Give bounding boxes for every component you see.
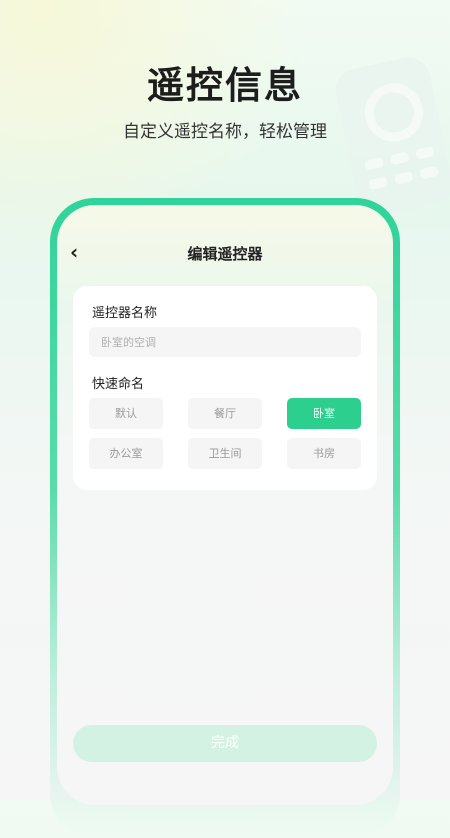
remote-key	[419, 165, 439, 180]
remote-key	[364, 156, 384, 171]
done-button[interactable]: 完成	[73, 725, 377, 762]
remote-key	[368, 176, 389, 191]
quick-name-chip-study[interactable]: 书房	[287, 438, 361, 469]
remote-key	[393, 171, 414, 185]
quick-name-chip-office[interactable]: 办公室	[89, 438, 163, 469]
remote-name-label: 遥控器名称	[92, 306, 158, 321]
promo-headline: 遥控信息	[147, 64, 303, 107]
remote-key	[415, 146, 435, 160]
quick-name-chip-default[interactable]: 默认	[89, 398, 163, 429]
page-title: 编辑遥控器	[187, 245, 263, 263]
quick-name-chip-dining[interactable]: 餐厅	[188, 398, 262, 429]
remote-name-input[interactable]	[89, 327, 361, 357]
quick-name-chip-bathroom[interactable]: 卫生间	[188, 438, 262, 469]
quick-name-chip-bedroom[interactable]: 卧室	[287, 398, 361, 429]
quick-name-label: 快速命名	[92, 377, 145, 392]
promo-subline: 自定义遥控名称，轻松管理	[123, 122, 327, 142]
remote-key	[389, 151, 410, 166]
